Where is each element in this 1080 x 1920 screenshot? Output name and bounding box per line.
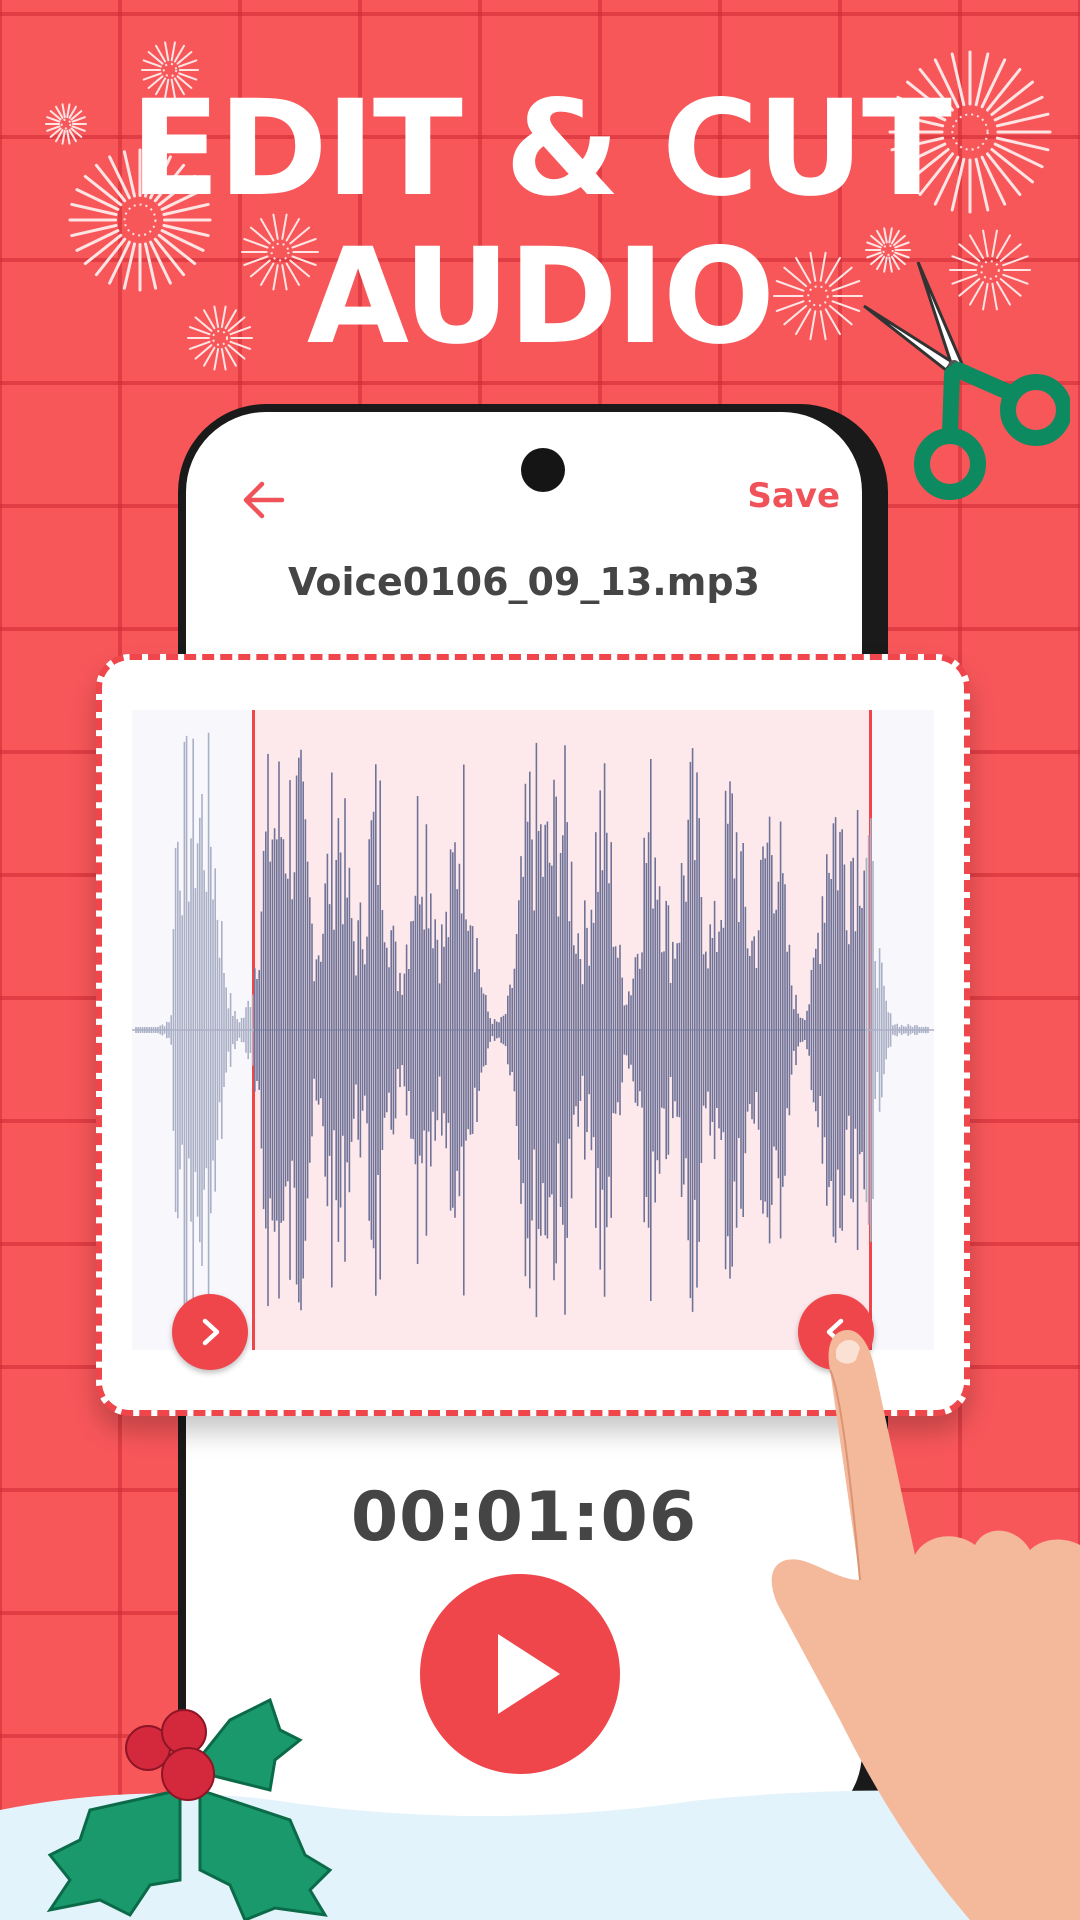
front-camera [521,448,565,492]
arrow-left-icon [243,481,285,519]
play-icon [498,1634,560,1714]
waveform-area[interactable] [132,710,934,1350]
save-button[interactable]: Save [747,476,840,516]
scissors-icon [863,262,1070,500]
chevron-right-icon [202,1318,220,1346]
back-button[interactable] [236,472,292,528]
trim-start-handle[interactable] [172,1294,248,1370]
waveform [132,732,934,1328]
pointing-hand [771,1330,1080,1920]
holly-decoration [46,1697,333,1920]
file-name: Voice0106_09_13.mp3 [288,560,760,604]
headline-line-1: EDIT & CUT [129,72,952,226]
play-button[interactable] [420,1574,620,1774]
